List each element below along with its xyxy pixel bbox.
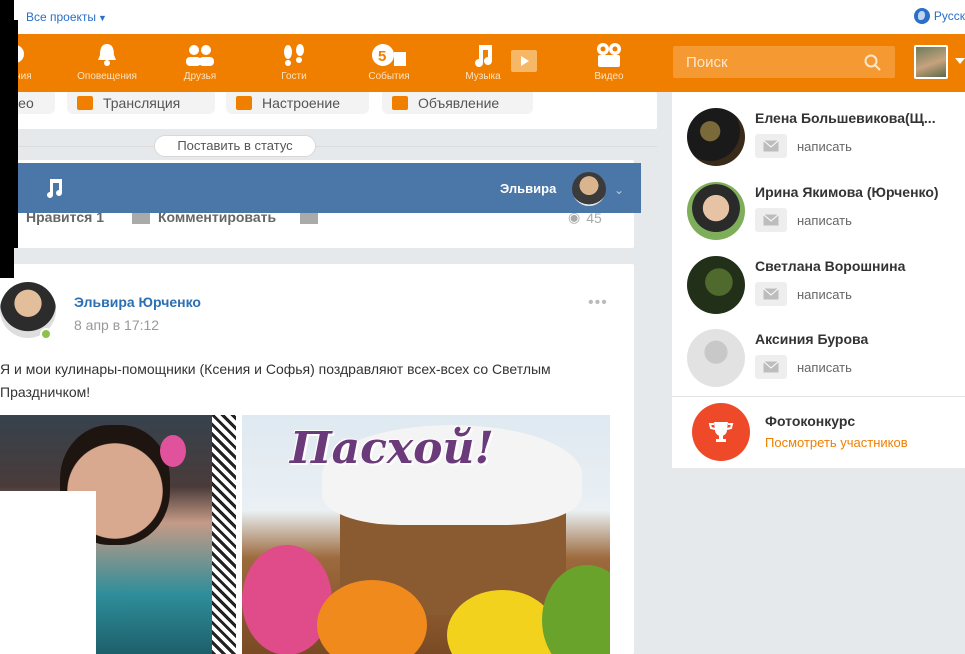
write-label: написать <box>797 286 852 302</box>
friend-name[interactable]: Елена Большевикова(Щ... <box>755 110 936 126</box>
music-note-icon[interactable] <box>44 177 64 202</box>
write-label: написать <box>797 138 852 154</box>
search-icon[interactable] <box>864 54 882 75</box>
write-message-button[interactable]: написать <box>755 208 852 232</box>
nav-notifications-label: Оповещения <box>77 71 137 82</box>
user-avatar[interactable] <box>914 45 948 79</box>
language-selector[interactable]: Русск <box>913 8 965 24</box>
top-strip <box>0 0 965 34</box>
main-toolbar: едения Оповещения Друзья Гости 5 События… <box>0 34 965 92</box>
chevron-down-icon[interactable] <box>955 58 965 64</box>
post-text: Я и мои кулинары-помощники (Ксения и Соф… <box>0 361 551 400</box>
language-label: Русск <box>933 9 965 23</box>
all-projects-label: Все проекты <box>26 10 97 24</box>
photo-lace-border <box>212 415 236 654</box>
friend-name[interactable]: Ирина Якимова (Юрченко) <box>755 184 939 200</box>
player-avatar[interactable] <box>572 172 606 206</box>
mood-icon <box>236 96 252 110</box>
quick-actions-card: део Трансляция Настроение Объявление <box>0 92 657 129</box>
friend-avatar[interactable] <box>687 256 745 314</box>
online-indicator <box>40 328 52 340</box>
footprints-icon <box>259 42 329 68</box>
divider <box>0 146 657 147</box>
search-box <box>673 46 895 78</box>
friend-name[interactable]: Аксиния Бурова <box>755 331 868 347</box>
bell-icon <box>72 42 142 68</box>
friend-avatar[interactable] <box>687 108 745 166</box>
quick-broadcast-label: Трансляция <box>103 95 181 111</box>
quick-announcement-button[interactable]: Объявление <box>382 92 533 114</box>
nav-video-label: Видео <box>594 71 624 82</box>
write-message-button[interactable]: написать <box>755 134 852 158</box>
nav-friends[interactable]: Друзья <box>165 42 235 82</box>
chevron-down-icon[interactable]: ⌄ <box>614 183 624 197</box>
write-message-button[interactable]: написать <box>755 355 852 379</box>
nav-events-label: События <box>368 71 410 82</box>
write-label: написать <box>797 212 852 228</box>
quick-broadcast-button[interactable]: Трансляция <box>67 92 215 114</box>
screen-edge-overlay <box>0 20 18 248</box>
contest-title[interactable]: Фотоконкурс <box>765 413 855 429</box>
globe-icon <box>913 8 930 24</box>
friend-avatar[interactable] <box>687 329 745 387</box>
envelope-icon <box>755 282 787 306</box>
envelope-icon <box>755 355 787 379</box>
svg-text:5: 5 <box>378 48 386 65</box>
post-date[interactable]: 8 апр в 17:12 <box>74 317 159 333</box>
music-player-bar[interactable]: Эльвира ⌄ <box>0 163 641 213</box>
view-participants-link[interactable]: Посмотреть участников <box>765 435 908 450</box>
write-label: написать <box>797 359 852 375</box>
search-input[interactable] <box>673 46 853 78</box>
player-user-name: Эльвира <box>500 181 557 196</box>
write-message-button[interactable]: написать <box>755 282 852 306</box>
chevron-down-icon: ▼ <box>98 13 107 23</box>
photo-egg <box>160 435 186 467</box>
friend-avatar[interactable] <box>687 182 745 240</box>
events-icon: 5 <box>354 42 424 68</box>
nav-guests[interactable]: Гости <box>259 42 329 82</box>
nav-guests-label: Гости <box>281 71 307 82</box>
quick-mood-label: Настроение <box>262 95 341 111</box>
quick-announcement-label: Объявление <box>418 95 500 111</box>
play-icon[interactable] <box>503 48 543 77</box>
friend-name[interactable]: Светлана Ворошнина <box>755 258 905 274</box>
trophy-icon[interactable] <box>692 403 750 461</box>
envelope-icon <box>755 134 787 158</box>
all-projects-menu[interactable]: Все проекты ▼ <box>26 10 107 24</box>
photo-caption: Пасхой! <box>290 423 494 474</box>
post-photo-girl[interactable] <box>0 415 212 654</box>
nav-events[interactable]: 5 События <box>354 42 424 82</box>
envelope-icon <box>755 208 787 232</box>
set-status-button[interactable]: Поставить в статус <box>154 135 316 157</box>
nav-video[interactable]: Видео <box>574 42 644 82</box>
nav-notifications[interactable]: Оповещения <box>72 42 142 82</box>
broadcast-icon <box>77 96 93 110</box>
friends-icon <box>165 42 235 68</box>
post-photo-easter-cake[interactable]: Пасхой! <box>242 415 610 654</box>
quick-mood-button[interactable]: Настроение <box>226 92 369 114</box>
video-icon <box>574 42 644 68</box>
post-author[interactable]: Эльвира Юрченко <box>74 294 201 310</box>
white-overlay <box>0 491 96 654</box>
announcement-icon <box>392 96 408 110</box>
more-options-icon[interactable]: ••• <box>588 294 608 312</box>
nav-friends-label: Друзья <box>183 71 217 82</box>
divider <box>672 396 965 397</box>
